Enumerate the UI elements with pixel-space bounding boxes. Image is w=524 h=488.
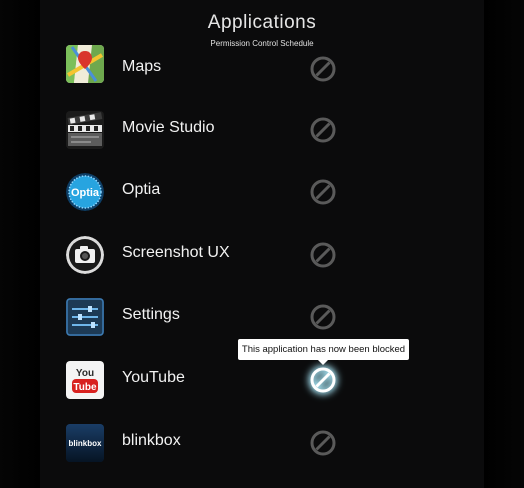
svg-text:Optia: Optia [71,187,100,199]
movie-studio-icon [66,111,104,149]
app-label: Maps [122,58,162,75]
youtube-icon: You Tube [66,361,104,399]
app-row-optia: Optia Optia [0,161,524,223]
block-toggle-button[interactable] [309,178,337,206]
app-row-blinkbox: blinkbox blinkbox [0,412,524,474]
page-title: Applications [207,12,317,33]
tooltip-text: This application has now been blocked [241,344,406,355]
block-icon [310,56,336,82]
header: Applications Permission Control Schedule [0,0,524,56]
block-toggle-button[interactable] [309,366,337,394]
app-label: blinkbox [122,432,181,449]
block-icon [310,430,336,456]
app-list: Maps Movie Studio Optia Optia Screenshot… [0,36,524,488]
block-icon [310,242,336,268]
optia-icon: Optia [66,173,104,211]
block-toggle-button[interactable] [309,241,337,269]
page-subtitle: Permission Control Schedule [210,39,314,48]
app-row-screenshot-ux: Screenshot UX [0,224,524,286]
screenshot-camera-icon [66,236,104,274]
block-icon [310,367,336,393]
svg-text:Tube: Tube [73,382,97,393]
app-label: YouTube [122,369,185,386]
app-row-movie-studio: Movie Studio [0,99,524,161]
block-toggle-button[interactable] [309,55,337,83]
app-label: Optia [122,181,161,198]
svg-text:blinkbox: blinkbox [69,439,102,448]
block-icon [310,304,336,330]
app-label: Movie Studio [122,119,215,136]
block-toggle-button[interactable] [309,303,337,331]
tooltip-arrow [318,360,328,365]
blinkbox-icon: blinkbox [66,424,104,462]
app-label: Screenshot UX [122,244,230,261]
svg-text:You: You [76,368,94,379]
app-label: Settings [122,306,180,323]
blocked-tooltip: This application has now been blocked [238,339,409,365]
block-toggle-button[interactable] [309,116,337,144]
block-icon [310,117,336,143]
settings-sliders-icon [66,298,104,336]
block-toggle-button[interactable] [309,429,337,457]
block-icon [310,179,336,205]
